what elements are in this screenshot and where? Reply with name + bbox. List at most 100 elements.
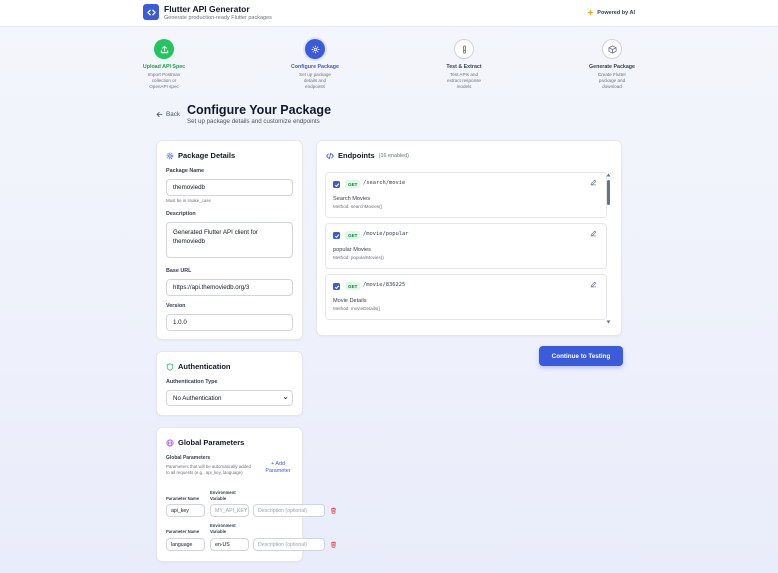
back-button[interactable]: Back	[156, 111, 180, 118]
app-subtitle: Generate production-ready Flutter packag…	[164, 15, 272, 21]
description-line: themoviedb	[173, 238, 205, 245]
endpoint-checkbox[interactable]	[333, 181, 340, 188]
env-var-input[interactable]: MY_API_KEY	[210, 504, 249, 517]
auth-type-label: Authentication Type	[166, 379, 218, 385]
gear-icon	[166, 152, 174, 159]
version-label: Version	[166, 303, 186, 309]
description-label: Description	[166, 211, 196, 217]
endpoint-method-name: Method: popularMovies()	[333, 255, 384, 260]
auth-type-select[interactable]: No Authentication	[166, 390, 293, 406]
env-var-input[interactable]: en-US	[210, 538, 249, 551]
endpoints-scrollbar[interactable]	[607, 180, 610, 205]
powered-label: Powered by AI	[597, 9, 635, 16]
endpoint-item[interactable]: GET /movie/836225 Movie Details Method: …	[325, 274, 607, 320]
page-title: Configure Your Package	[187, 103, 332, 117]
card-title-text: Endpoints	[338, 151, 375, 160]
powered-by: Powered by AI	[587, 9, 635, 16]
step-title: Test & Extract	[446, 64, 482, 70]
endpoints-title: Endpoints (16 enabled)	[326, 151, 409, 160]
endpoint-checkbox[interactable]	[333, 283, 340, 290]
http-method-badge: GET	[345, 231, 361, 239]
endpoint-path: /movie/836225	[363, 282, 406, 288]
base-url-input[interactable]: https://api.themoviedb.org/3	[166, 279, 293, 296]
card-title-text: Authentication	[178, 362, 231, 371]
endpoint-item[interactable]: GET /movie/popular popular Movies Method…	[325, 223, 607, 269]
step-upload: Upload API Spec Import Postman collectio…	[129, 39, 199, 90]
add-label: Parameter	[265, 468, 291, 474]
package-details-title: Package Details	[166, 151, 235, 160]
add-label: + Add	[271, 461, 285, 467]
app-title: Flutter API Generator	[164, 4, 250, 14]
package-name-input[interactable]: themoviedb	[166, 179, 293, 196]
step-title: Configure Package	[291, 64, 339, 70]
endpoint-name: Search Movies	[333, 196, 370, 202]
endpoint-path: /movie/popular	[363, 231, 409, 237]
endpoint-method-name: Method: movieDetails()	[333, 306, 381, 311]
global-parameters-title: Global Parameters	[166, 438, 244, 447]
env-var-header-line: Variable	[210, 528, 227, 534]
endpoint-path: /search/movie	[363, 180, 406, 186]
flask-icon	[454, 39, 474, 59]
param-name-header: Parameter Name	[166, 496, 200, 501]
endpoint-item[interactable]: GET /search/movie Search Movies Method: …	[325, 172, 607, 218]
base-url-label: Base URL	[166, 268, 192, 274]
description-line: Generated Flutter API client for	[173, 229, 258, 236]
card-title-text: Global Parameters	[178, 438, 245, 447]
env-var-header-line: Environment	[210, 490, 236, 495]
env-var-header: Environment Variable	[210, 490, 236, 501]
add-parameter-button[interactable]: + Add Parameter	[258, 461, 298, 475]
step-desc: Test APIs and extract response models	[447, 72, 481, 89]
endpoint-name: Movie Details	[333, 298, 367, 304]
app-header: Flutter API Generator Generate productio…	[0, 0, 778, 27]
step-title: Generate Package	[589, 64, 635, 70]
http-method-badge: GET	[345, 180, 361, 188]
step-desc: Import Postman collection or OpenAPI spe…	[147, 72, 181, 89]
endpoints-count: (16 enabled)	[378, 152, 409, 159]
endpoint-method-name: Method: searchMovies()	[333, 204, 383, 209]
description-input[interactable]: Generated Flutter API client for themovi…	[166, 222, 293, 258]
code-icon	[143, 4, 159, 20]
card-title-text: Package Details	[178, 151, 236, 160]
param-name-input[interactable]: api_key	[166, 504, 205, 517]
step-desc: Set up package details and endpoints	[299, 72, 331, 89]
trash-icon[interactable]	[330, 541, 337, 548]
chevron-down-icon	[283, 396, 288, 400]
step-desc: Create Flutter package and download	[597, 72, 627, 89]
pencil-icon[interactable]	[590, 281, 597, 288]
param-name-header: Parameter Name	[166, 529, 200, 534]
param-name-input[interactable]: language	[166, 538, 205, 551]
shield-icon	[166, 362, 174, 371]
scroll-up-icon[interactable]	[606, 173, 611, 177]
param-description-input[interactable]: Description (optional)	[253, 504, 325, 517]
step-test: Test & Extract Test APIs and extract res…	[429, 39, 499, 90]
http-method-badge: GET	[345, 282, 361, 290]
check-icon	[334, 284, 339, 289]
globe-icon	[166, 438, 174, 447]
env-var-header: Environment Variable	[210, 523, 236, 534]
param-description-input[interactable]: Description (optional)	[253, 538, 325, 551]
gear-icon	[305, 39, 325, 59]
step-title: Upload API Spec	[142, 64, 186, 70]
env-var-header-line: Environment	[210, 523, 236, 528]
check-icon	[334, 233, 339, 238]
package-name-hint: Must be in snake_case	[166, 198, 211, 203]
pencil-icon[interactable]	[590, 179, 597, 186]
endpoint-checkbox[interactable]	[333, 232, 340, 239]
pencil-icon[interactable]	[590, 230, 597, 237]
code-icon	[326, 152, 334, 159]
continue-to-testing-button[interactable]: Continue to Testing	[539, 346, 623, 366]
auth-type-value: No Authentication	[173, 394, 222, 402]
global-params-subtitle: Global Parameters	[166, 455, 211, 461]
trash-icon[interactable]	[330, 507, 337, 514]
authentication-title: Authentication	[166, 362, 231, 371]
package-icon	[602, 39, 622, 59]
upload-icon	[154, 39, 174, 59]
check-icon	[334, 182, 339, 187]
env-var-header-line: Variable	[210, 495, 227, 501]
version-input[interactable]: 1.0.0	[166, 314, 293, 331]
package-name-label: Package Name	[166, 168, 205, 174]
back-label: Back	[166, 111, 180, 118]
scroll-down-icon[interactable]	[606, 320, 611, 324]
page-subtitle: Set up package details and customize end…	[187, 118, 320, 125]
sparkle-icon	[587, 9, 595, 16]
